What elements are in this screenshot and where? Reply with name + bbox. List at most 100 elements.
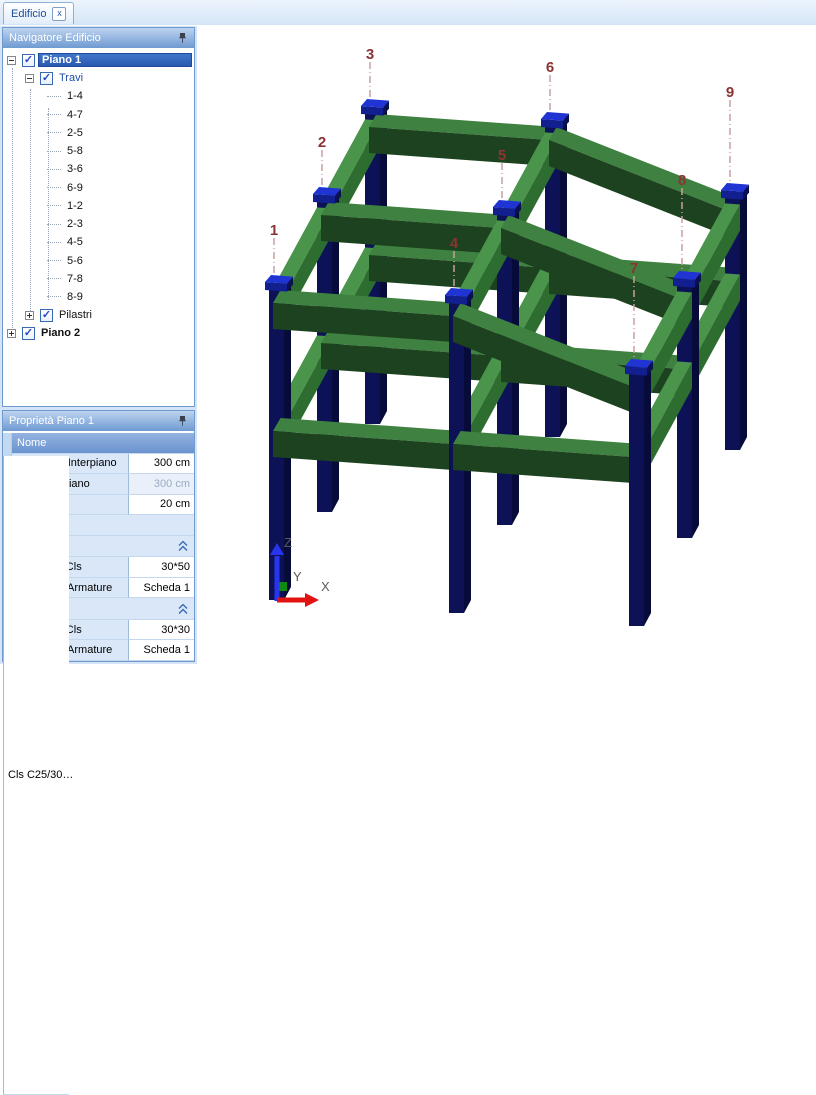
properties-header: Proprietà Piano 1 xyxy=(3,411,194,432)
tree-item-label: 5-6 xyxy=(64,254,86,268)
property-value[interactable]: Scheda 1 xyxy=(128,640,194,661)
node-cap-3[interactable] xyxy=(361,106,383,116)
property-value[interactable]: 300 cm xyxy=(128,474,194,495)
tree: ✓Piano 1✓Travi1-44-72-55-83-66-91-22-34-… xyxy=(3,48,194,406)
pin-icon[interactable] xyxy=(177,32,188,44)
tree-connector-line xyxy=(47,169,61,170)
tree-item-label: 4-5 xyxy=(64,235,86,249)
collapse-icon[interactable] xyxy=(25,74,34,83)
property-value[interactable]: 300 cm xyxy=(128,454,194,475)
tree-item-1-4[interactable]: 1-4 xyxy=(3,88,194,105)
node-cap-9[interactable] xyxy=(721,190,743,200)
node-number-6: 6 xyxy=(546,59,554,76)
properties-panel: Proprietà Piano 1 NomePiano 1Altezza di … xyxy=(2,410,195,662)
tree-item-label: Pilastri xyxy=(56,308,95,322)
navigator-panel: Navigatore Edificio ✓Piano 1✓Travi1-44-7… xyxy=(2,27,195,407)
tree-connector-line xyxy=(47,296,61,297)
tree-connector-line xyxy=(47,205,61,206)
collapse-icon[interactable] xyxy=(7,56,16,65)
node-number-7: 7 xyxy=(630,260,638,277)
tree-item-4-5[interactable]: 4-5 xyxy=(3,234,194,251)
column-8[interactable] xyxy=(692,273,699,538)
tree-item-2-5[interactable]: 2-5 xyxy=(3,124,194,141)
tab-close-icon[interactable]: x xyxy=(52,7,66,21)
tree-connector-line xyxy=(47,187,61,188)
property-value[interactable]: Scheda 1 xyxy=(128,578,194,599)
navigator-title: Navigatore Edificio xyxy=(9,32,101,44)
node-number-4: 4 xyxy=(450,235,459,252)
checkbox[interactable]: ✓ xyxy=(22,54,35,67)
tree-item-label: 3-6 xyxy=(64,162,86,176)
tree-connector-line xyxy=(47,132,61,133)
tree-item-pilastri[interactable]: ✓Pilastri xyxy=(3,307,194,324)
property-value[interactable]: 20 cm xyxy=(128,495,194,516)
node-cap-1[interactable] xyxy=(265,282,287,292)
node-number-1: 1 xyxy=(270,222,278,239)
tree-item-3-6[interactable]: 3-6 xyxy=(3,161,194,178)
pin-icon[interactable] xyxy=(177,415,188,427)
tree-item-label: 2-3 xyxy=(64,217,86,231)
property-value[interactable]: 30*50 xyxy=(128,557,194,578)
property-row-materiale: MaterialeCls C25/30… xyxy=(3,515,194,536)
axis-x-arrowhead xyxy=(305,593,319,607)
collapse-group-icon[interactable] xyxy=(178,541,188,551)
node-cap-2[interactable] xyxy=(313,194,335,204)
property-grid: NomePiano 1Altezza di Interpiano300 cmQu… xyxy=(3,431,194,661)
tree-item-2-3[interactable]: 2-3 xyxy=(3,216,194,233)
tree-item-4-7[interactable]: 4-7 xyxy=(3,106,194,123)
checkbox[interactable]: ✓ xyxy=(22,327,35,340)
node-number-8: 8 xyxy=(678,172,686,189)
tree-item-piano-2[interactable]: ✓Piano 2 xyxy=(3,325,194,342)
tree-item-travi[interactable]: ✓Travi xyxy=(3,70,194,87)
tree-connector-line xyxy=(47,260,61,261)
tree-item-label: Piano 1 xyxy=(38,53,192,67)
axis-label-z: Z xyxy=(284,535,292,550)
tab-label: Edificio xyxy=(11,8,46,20)
expand-icon[interactable] xyxy=(25,311,34,320)
node-cap-6[interactable] xyxy=(541,119,563,129)
tree-connector-line xyxy=(47,151,61,152)
tree-connector-line xyxy=(47,242,61,243)
dock-left: Navigatore Edificio ✓Piano 1✓Travi1-44-7… xyxy=(0,25,197,664)
tree-item-5-8[interactable]: 5-8 xyxy=(3,143,194,160)
tree-item-5-6[interactable]: 5-6 xyxy=(3,252,194,269)
tree-item-label: 8-9 xyxy=(64,290,86,304)
navigator-header: Navigatore Edificio xyxy=(3,28,194,49)
node-number-9: 9 xyxy=(726,84,734,101)
node-cap-7[interactable] xyxy=(625,366,647,376)
tab-edificio[interactable]: Edificio x xyxy=(3,2,74,24)
tab-bar: Edificio x xyxy=(0,0,816,26)
tree-item-label: 1-4 xyxy=(64,89,86,103)
tree-item-label: 6-9 xyxy=(64,181,86,195)
axis-label-x: X xyxy=(321,579,330,594)
node-cap-4[interactable] xyxy=(445,295,467,305)
expand-icon[interactable] xyxy=(7,329,16,338)
tree-item-1-2[interactable]: 1-2 xyxy=(3,197,194,214)
node-number-5: 5 xyxy=(498,147,506,164)
node-cap-8[interactable] xyxy=(673,278,695,288)
property-label: Nome xyxy=(12,433,194,454)
properties-title: Proprietà Piano 1 xyxy=(9,415,94,427)
collapse-group-icon[interactable] xyxy=(178,604,188,614)
node-number-2: 2 xyxy=(318,134,326,151)
tree-item-8-9[interactable]: 8-9 xyxy=(3,288,194,305)
tree-item-label: 2-5 xyxy=(64,126,86,140)
tree-item-label: 1-2 xyxy=(64,199,86,213)
tree-item-7-8[interactable]: 7-8 xyxy=(3,270,194,287)
property-row-nome: NomePiano 1 xyxy=(3,433,194,454)
tree-item-label: 5-8 xyxy=(64,144,86,158)
property-value[interactable]: 30*30 xyxy=(128,620,194,641)
tree-item-6-9[interactable]: 6-9 xyxy=(3,179,194,196)
tree-connector-line xyxy=(47,224,61,225)
tree-connector-line xyxy=(47,114,61,115)
tree-item-piano-1[interactable]: ✓Piano 1 xyxy=(3,52,194,69)
column-7[interactable] xyxy=(629,374,644,626)
checkbox[interactable]: ✓ xyxy=(40,72,53,85)
column-7[interactable] xyxy=(644,361,651,626)
checkbox[interactable]: ✓ xyxy=(40,309,53,322)
column-9[interactable] xyxy=(740,185,747,450)
node-cap-5[interactable] xyxy=(493,207,515,217)
property-value[interactable]: Cls C25/30… xyxy=(3,456,69,1095)
tree-item-label: Travi xyxy=(56,71,86,85)
tree-connector-line xyxy=(47,96,61,97)
